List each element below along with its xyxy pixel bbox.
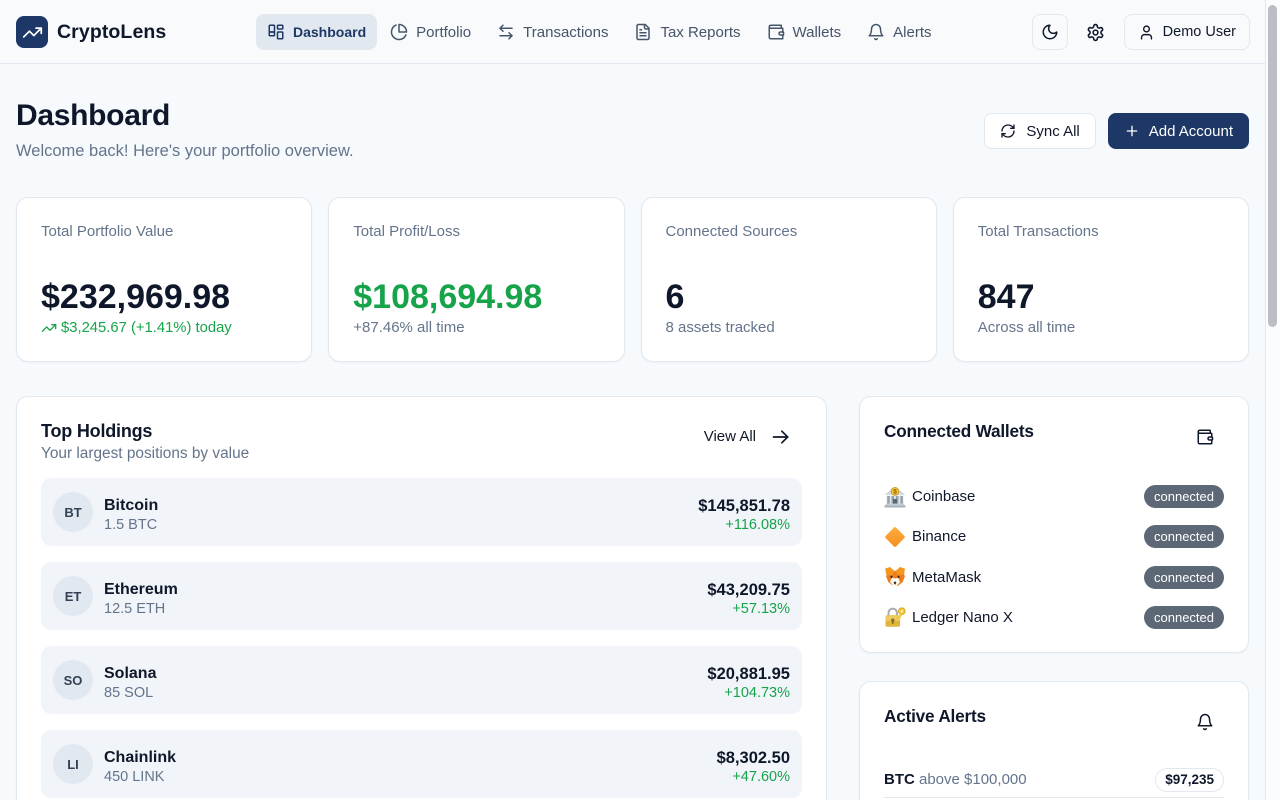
- svg-text:$: $: [893, 488, 897, 495]
